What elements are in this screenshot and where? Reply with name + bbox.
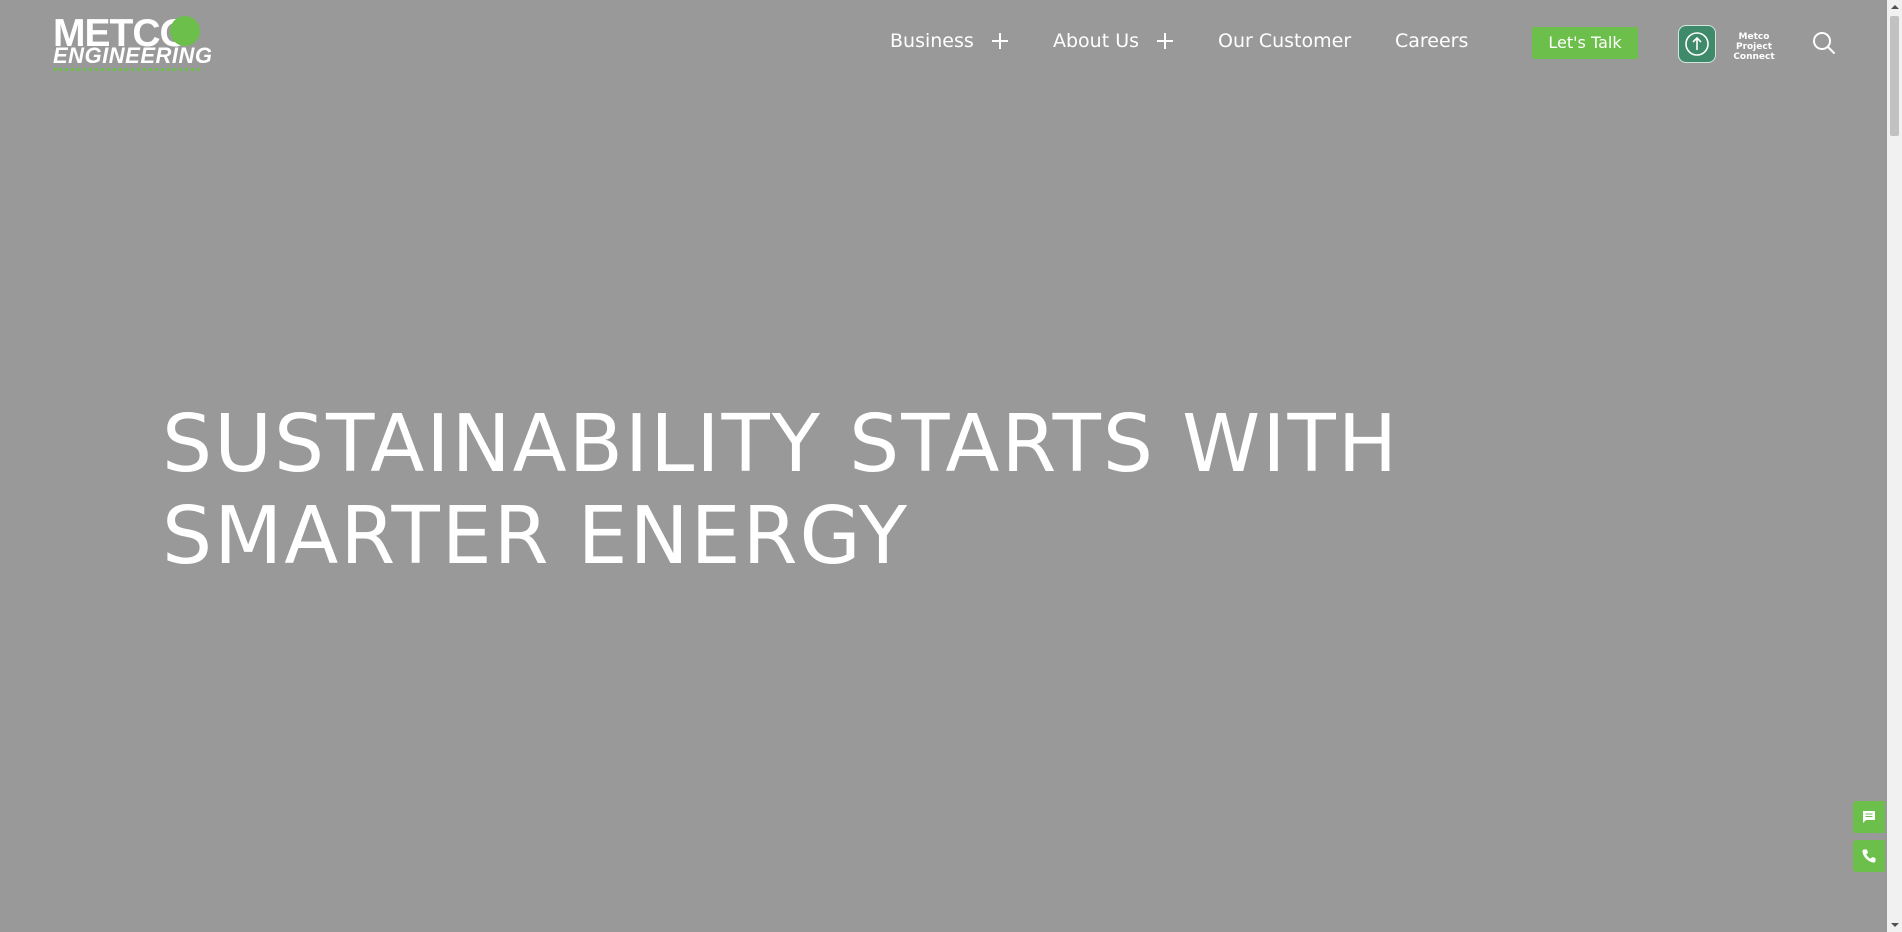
nav-item-our-customer[interactable]: Our Customer	[1218, 28, 1351, 54]
chat-button[interactable]	[1853, 801, 1885, 833]
business-expand-icon[interactable]	[990, 28, 1010, 54]
about-us-expand-icon[interactable]	[1155, 28, 1175, 54]
page: METCO ENGINEERING Business About Us Our …	[0, 0, 1902, 932]
project-connect-line2: Connect	[1733, 52, 1775, 62]
upload-arrow-icon	[1678, 25, 1716, 63]
chat-icon	[1863, 811, 1875, 823]
phone-button[interactable]	[1853, 840, 1885, 872]
scrollbar-thumb[interactable]	[1890, 16, 1899, 136]
project-connect-label: Metco Project Connect	[1720, 32, 1788, 62]
logo-subbrand-text: ENGINEERING	[53, 43, 213, 68]
nav-item-careers[interactable]: Careers	[1395, 28, 1468, 54]
search-icon[interactable]	[1812, 31, 1836, 55]
project-connect-line1: Metco Project	[1735, 32, 1773, 52]
lets-talk-button[interactable]: Let's Talk	[1532, 27, 1638, 59]
hero-title-line1: SUSTAINABILITY STARTS WITH	[162, 398, 1400, 490]
scroll-down-arrow-icon[interactable]	[1887, 918, 1902, 932]
metco-logo[interactable]: METCO ENGINEERING	[53, 14, 212, 77]
logo-tagline	[54, 68, 200, 77]
logo-emblem-icon	[170, 16, 200, 46]
project-connect-link[interactable]: Metco Project Connect	[1678, 25, 1788, 63]
nav-item-business[interactable]: Business	[890, 28, 974, 54]
page-scrollbar[interactable]	[1887, 0, 1902, 932]
phone-icon	[1862, 849, 1876, 863]
scroll-up-arrow-icon[interactable]	[1887, 0, 1902, 14]
hero-title-line2: SMARTER ENERGY	[162, 490, 910, 582]
nav-item-about-us[interactable]: About Us	[1053, 28, 1139, 54]
hero-title: SUSTAINABILITY STARTS WITH SMARTER ENERG…	[162, 398, 1562, 582]
